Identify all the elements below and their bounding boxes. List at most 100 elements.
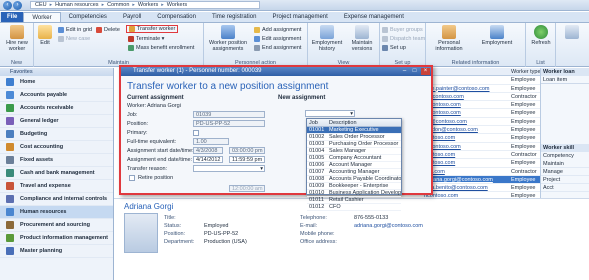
lookup-row[interactable]: 01007 Accounting Manager <box>307 169 401 176</box>
tab-file[interactable]: File <box>1 12 24 22</box>
email-cell[interactable]: oso.com <box>420 168 508 175</box>
nav-item-travel-and-expense[interactable]: Travel and expense <box>0 180 113 193</box>
lookup-row[interactable]: 01005 Company Accountant <box>307 155 401 162</box>
nav-item-compliance-and-internal-controls[interactable]: Compliance and internal controls <box>0 193 113 206</box>
current-primary-checkbox[interactable] <box>193 130 199 136</box>
skill-row[interactable]: Manage <box>541 168 589 176</box>
breadcrumb-item[interactable]: Human resources <box>55 2 98 8</box>
lookup-row[interactable]: 01010 Business Application Developer <box>307 190 401 197</box>
transfer-reason-dropdown[interactable]: ▾ <box>193 165 265 172</box>
email-cell[interactable]: contoso.com <box>420 151 508 158</box>
lookup-row[interactable]: 01004 Sales Manager <box>307 148 401 155</box>
breadcrumb-item[interactable]: Common <box>107 2 129 8</box>
add-assignment-button[interactable]: Add assignment <box>254 26 301 34</box>
mass-benefit-enrollment-button[interactable]: Mass benefit enrollment <box>128 44 194 52</box>
skill-row[interactable]: Acct <box>541 184 589 192</box>
email-cell[interactable]: ng@contoso.com <box>420 118 508 125</box>
lookup-row[interactable]: 01003 Purchasing Order Processor <box>307 141 401 148</box>
nav-item-home[interactable]: Home <box>0 76 113 89</box>
lookup-row[interactable]: 01008 Accounts Payable Coordinator <box>307 176 401 183</box>
nav-item-general-ledger[interactable]: General ledger <box>0 115 113 128</box>
email-cell[interactable]: contoso.com <box>420 134 508 141</box>
terminate-button[interactable]: Terminate ▾ <box>128 35 164 43</box>
email-link[interactable]: adriana.gorgi@contoso.com <box>354 223 423 229</box>
edit-assignment-button[interactable]: Edit assignment <box>254 35 301 43</box>
current-end-time-field[interactable]: 11:59:59 pm <box>229 156 265 163</box>
lookup-row[interactable]: 01011 Retail Cashier <box>307 197 401 204</box>
email-cell[interactable]: @contoso.com <box>420 109 508 116</box>
tab-time-registration[interactable]: Time registration <box>204 12 264 22</box>
favorites-header[interactable]: Favorites <box>0 68 113 76</box>
email-cell[interactable]: contoso.com <box>420 159 508 166</box>
module-icon <box>6 169 14 177</box>
employment-button[interactable]: Employment <box>476 25 518 46</box>
new-job-field[interactable]: ▾ <box>305 110 355 117</box>
current-end-date-field[interactable]: 4/14/2012 <box>193 156 223 163</box>
nav-item-budgeting[interactable]: Budgeting <box>0 128 113 141</box>
dispatch-team-button[interactable]: Dispatch team <box>382 35 425 43</box>
personal-information-button[interactable]: Personal information <box>428 25 470 52</box>
nav-item-accounts-receivable[interactable]: Accounts receivable <box>0 102 113 115</box>
lookup-row[interactable]: 01009 Bookkeeper - Enterprise <box>307 183 401 190</box>
tab-expense-management[interactable]: Expense management <box>336 12 412 22</box>
employment-history-button[interactable]: Employment history <box>310 25 344 52</box>
tab-worker[interactable]: Worker <box>23 12 61 22</box>
skill-row[interactable]: Maintain <box>541 160 589 168</box>
email-cell[interactable]: rendon@contoso.com <box>420 126 508 133</box>
worker-skill-title[interactable]: Worker skill <box>541 144 589 152</box>
nav-item-accounts-payable[interactable]: Accounts payable <box>0 89 113 102</box>
hire-new-worker-button[interactable]: Hire new worker <box>2 25 32 52</box>
worker-position-assignments-button[interactable]: Worker position assignments <box>206 25 250 52</box>
ribbon-group-new: Hire new worker New <box>0 23 34 67</box>
refresh-button[interactable]: Refresh <box>528 25 554 46</box>
filter-button[interactable] <box>560 25 584 40</box>
breadcrumb-item[interactable]: Workers <box>138 2 158 8</box>
delete-button[interactable]: Delete <box>96 26 120 34</box>
lookup-row[interactable]: 01006 Account Manager <box>307 162 401 169</box>
nav-item-master-planning[interactable]: Master planning <box>0 245 113 258</box>
worker-loan-title[interactable]: Worker loan <box>541 68 589 76</box>
breadcrumb[interactable]: CEU ▸ Human resources ▸ Common ▸ Workers ▸ Worke… <box>30 1 260 9</box>
email-cell[interactable]: @contoso.com <box>420 143 508 150</box>
lookup-row[interactable]: 01001 Marketing Executive <box>307 127 401 134</box>
email-cell[interactable]: @contoso.com <box>420 101 508 108</box>
set-up-button[interactable]: Set up <box>382 44 406 52</box>
email-cell[interactable]: jane.painter@contoso.com <box>420 85 508 92</box>
column-header-description[interactable]: Description <box>327 119 401 126</box>
tab-competencies[interactable]: Competencies <box>61 12 115 22</box>
back-icon[interactable]: ‹ <box>3 0 12 10</box>
maximize-icon[interactable]: □ <box>410 68 419 75</box>
job-description-cell: Account Manager <box>329 162 373 168</box>
tab-compensation[interactable]: Compensation <box>149 12 204 22</box>
column-header-job[interactable]: Job <box>307 119 327 126</box>
maintain-versions-button[interactable]: Maintain versions <box>346 25 378 52</box>
nav-item-procurement-and-sourcing[interactable]: Procurement and sourcing <box>0 219 113 232</box>
end-assignment-button[interactable]: End assignment <box>254 44 301 52</box>
nav-item-fixed-assets[interactable]: Fixed assets <box>0 154 113 167</box>
lookup-row[interactable]: 01012 CFO <box>307 204 401 211</box>
email-cell[interactable]: adriana.gorgi@contoso.com <box>420 176 508 183</box>
breadcrumb-item[interactable]: CEU <box>35 2 47 8</box>
skill-row[interactable]: Project <box>541 176 589 184</box>
email-cell[interactable]: o@contoso.com <box>420 93 508 100</box>
email-cell[interactable] <box>420 76 508 83</box>
breadcrumb-item[interactable]: Workers <box>167 2 187 8</box>
nav-item-cost-accounting[interactable]: Cost accounting <box>0 141 113 154</box>
lookup-row[interactable]: 01002 Sales Order Processor <box>307 134 401 141</box>
close-icon[interactable]: × <box>421 68 430 75</box>
new-case-button[interactable]: New case <box>58 35 90 43</box>
email-cell[interactable]: iana.benito@contoso.com <box>420 184 508 191</box>
minimize-icon[interactable]: – <box>400 68 409 75</box>
nav-item-cash-and-bank-management[interactable]: Cash and bank management <box>0 167 113 180</box>
retire-position-checkbox[interactable] <box>129 175 135 181</box>
buyer-groups-button[interactable]: Buyer groups <box>382 26 423 34</box>
nav-item-product-information-management[interactable]: Product information management <box>0 232 113 245</box>
forward-icon[interactable]: › <box>13 0 22 10</box>
edit-in-grid-button[interactable]: Edit in grid <box>58 26 92 34</box>
nav-item-human-resources[interactable]: Human resources <box>0 206 113 219</box>
transfer-worker-button[interactable]: Transfer worker <box>126 25 179 33</box>
edit-button[interactable]: Edit <box>36 25 54 46</box>
dialog-title-bar[interactable]: Transfer worker (1) - Personnel number: … <box>121 67 431 76</box>
tab-project-management[interactable]: Project management <box>264 12 335 22</box>
tab-payroll[interactable]: Payroll <box>115 12 149 22</box>
